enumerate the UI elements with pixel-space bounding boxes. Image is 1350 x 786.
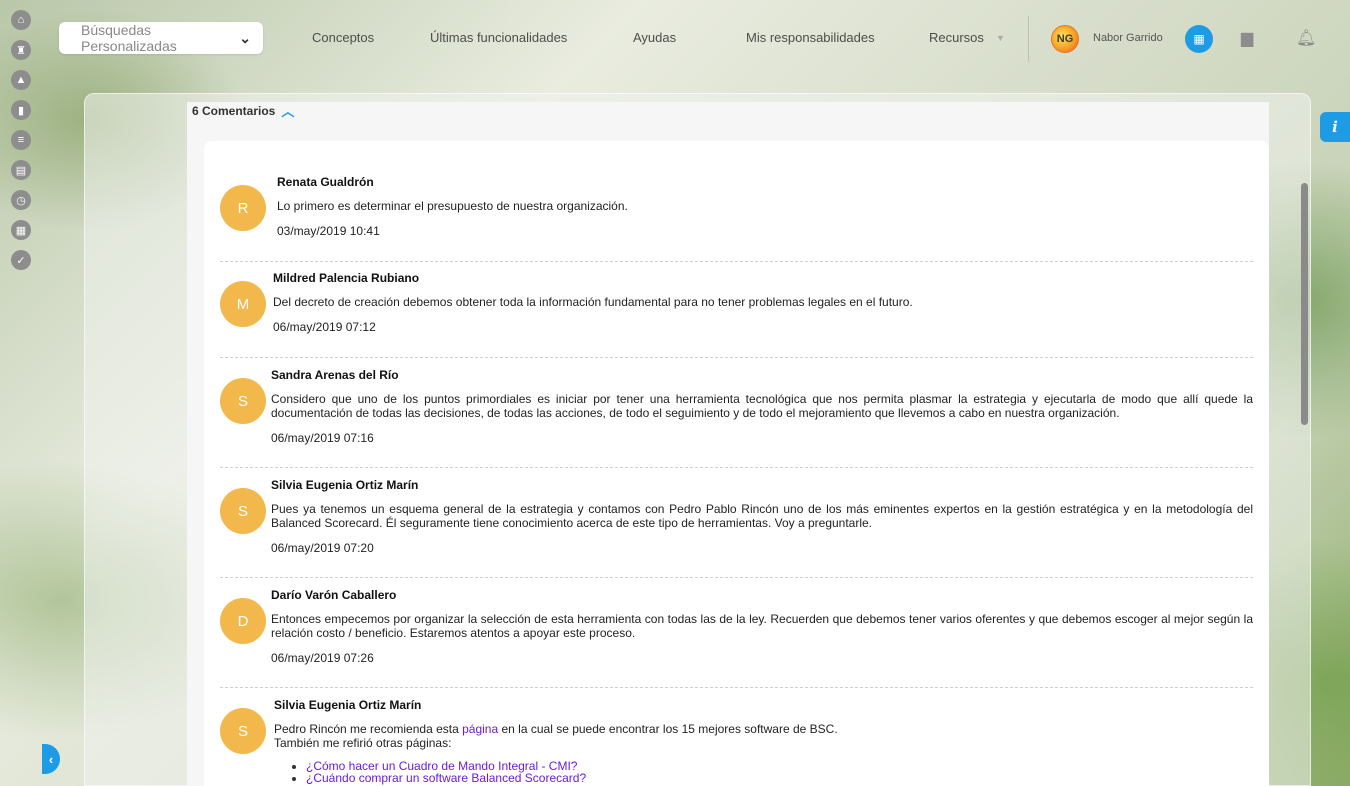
link-list: ¿Cómo hacer un Cuadro de Mando Integral … bbox=[274, 760, 586, 784]
comment-item: S Sandra Arenas del Río Considero que un… bbox=[220, 368, 1253, 448]
comment-divider bbox=[220, 467, 1253, 468]
book-icon[interactable]: ▆ bbox=[1241, 28, 1253, 48]
comment-date: 06/may/2019 07:20 bbox=[271, 541, 374, 555]
comment-text: Lo primero es determinar el presupuesto … bbox=[277, 199, 628, 213]
calendar-button-icon[interactable]: ▦ bbox=[1185, 25, 1213, 53]
comment-author: Renata Gualdrón bbox=[277, 175, 374, 189]
comment-item: M Mildred Palencia Rubiano Del decreto d… bbox=[220, 271, 1253, 341]
pagina-link[interactable]: página bbox=[462, 722, 498, 736]
clock-icon[interactable]: ◷ bbox=[11, 190, 31, 210]
comments-count: 6 Comentarios bbox=[192, 103, 276, 118]
comment-text-part: También me refirió otras páginas: bbox=[274, 736, 452, 750]
comment-date: 03/may/2019 10:41 bbox=[277, 224, 380, 238]
comment-author: Silvia Eugenia Ortiz Marín bbox=[274, 698, 422, 712]
chart-icon[interactable]: ▮ bbox=[11, 100, 31, 120]
comment-item: R Renata Gualdrón Lo primero es determin… bbox=[220, 175, 1253, 245]
nav-separator bbox=[1028, 16, 1029, 62]
comment-date: 06/may/2019 07:26 bbox=[271, 651, 374, 665]
book-icon[interactable]: ▤ bbox=[11, 160, 31, 180]
comments-header[interactable]: 6 Comentarios ︿ bbox=[192, 101, 294, 120]
comment-item: S Silvia Eugenia Ortiz Marín Pues ya ten… bbox=[220, 478, 1253, 558]
list-icon[interactable]: ≡ bbox=[11, 130, 31, 150]
user-avatar[interactable]: NG bbox=[1051, 25, 1079, 53]
comment-divider bbox=[220, 357, 1253, 358]
bell-icon[interactable]: 🔔︎ bbox=[1296, 28, 1316, 48]
comment-text: Del decreto de creación debemos obtener … bbox=[273, 295, 913, 309]
left-sidebar: ⌂ ♜ ▲ ▮ ≡ ▤ ◷ ▦ ✓ bbox=[0, 0, 44, 786]
custom-search-label: Búsquedas Personalizadas bbox=[81, 22, 177, 54]
custom-search-select[interactable]: Búsquedas Personalizadas ⌄ bbox=[59, 22, 263, 54]
comment-avatar: M bbox=[220, 281, 266, 327]
calendar-icon[interactable]: ▦ bbox=[11, 220, 31, 240]
comment-divider bbox=[220, 261, 1253, 262]
comment-date: 06/may/2019 07:12 bbox=[273, 320, 376, 334]
comment-text: Entonces empecemos por organizar la sele… bbox=[271, 612, 1253, 640]
castle-icon[interactable]: ♜ bbox=[11, 40, 31, 60]
comment-avatar: S bbox=[220, 378, 266, 424]
nav-conceptos[interactable]: Conceptos bbox=[312, 30, 374, 45]
info-icon[interactable]: i bbox=[1320, 112, 1350, 142]
comment-item: D Darío Varón Caballero Entonces empecem… bbox=[220, 588, 1253, 668]
chevron-up-icon[interactable]: ︿ bbox=[281, 101, 294, 120]
check-icon[interactable]: ✓ bbox=[11, 250, 31, 270]
nav-recursos[interactable]: Recursos bbox=[929, 30, 984, 45]
top-bar: Búsquedas Personalizadas ⌄ Conceptos Últ… bbox=[44, 8, 1350, 68]
comment-text: Pues ya tenemos un esquema general de la… bbox=[271, 502, 1253, 530]
recursos-dropdown-icon[interactable]: ▼ bbox=[996, 33, 1005, 43]
comment-item: S Silvia Eugenia Ortiz Marín Pedro Rincó… bbox=[220, 698, 1253, 786]
comment-avatar: S bbox=[220, 708, 266, 754]
comment-avatar: S bbox=[220, 488, 266, 534]
comment-text: Pedro Rincón me recomienda esta página e… bbox=[274, 722, 1234, 750]
comment-text-part: en la cual se puede encontrar los 15 mej… bbox=[498, 722, 838, 736]
comment-author: Mildred Palencia Rubiano bbox=[273, 271, 420, 285]
nav-ultimas-funcionalidades[interactable]: Últimas funcionalidades bbox=[430, 30, 567, 45]
chevron-down-icon: ⌄ bbox=[239, 29, 251, 46]
home-icon[interactable]: ⌂ bbox=[11, 10, 31, 30]
bsc-software-link[interactable]: ¿Cuándo comprar un software Balanced Sco… bbox=[306, 771, 586, 785]
pyramid-icon[interactable]: ▲ bbox=[11, 70, 31, 90]
comment-avatar: D bbox=[220, 598, 266, 644]
comment-text: Considero que uno de los puntos primordi… bbox=[271, 392, 1253, 420]
comment-divider bbox=[220, 687, 1253, 688]
comment-author: Darío Varón Caballero bbox=[271, 588, 397, 602]
scrollbar-thumb[interactable] bbox=[1301, 183, 1308, 425]
comment-date: 06/may/2019 07:16 bbox=[271, 431, 374, 445]
user-name[interactable]: Nabor Garrido bbox=[1093, 32, 1163, 44]
comment-avatar: R bbox=[220, 185, 266, 231]
list-item: ¿Cuándo comprar un software Balanced Sco… bbox=[306, 772, 586, 784]
comment-author: Silvia Eugenia Ortiz Marín bbox=[271, 478, 419, 492]
comment-text-part: Pedro Rincón me recomienda esta bbox=[274, 722, 463, 736]
comment-divider bbox=[220, 577, 1253, 578]
nav-mis-responsabilidades[interactable]: Mis responsabilidades bbox=[746, 30, 875, 45]
nav-ayudas[interactable]: Ayudas bbox=[633, 30, 676, 45]
comment-author: Sandra Arenas del Río bbox=[271, 368, 399, 382]
